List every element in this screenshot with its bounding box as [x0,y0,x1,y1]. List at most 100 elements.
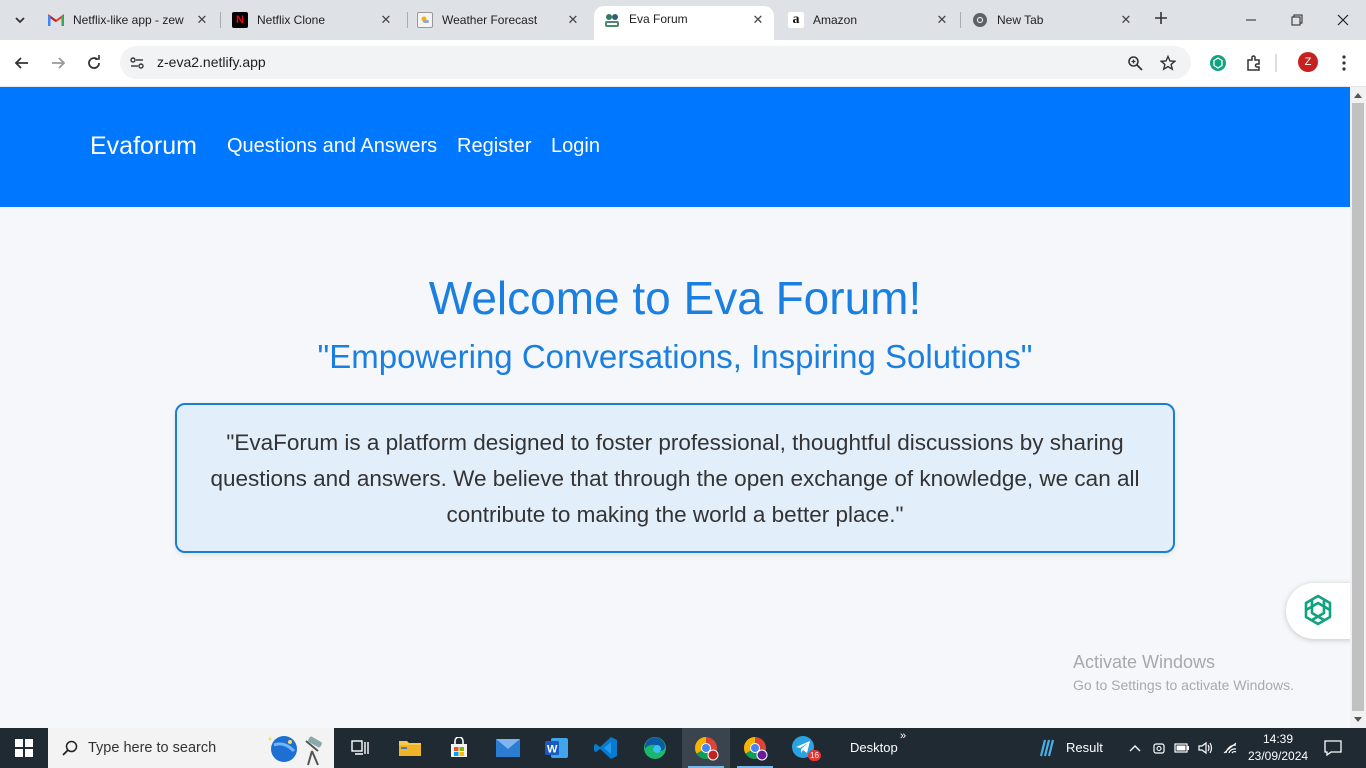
browser-tab-strip: Netflix-like app - zew ✕ N Netflix Clone… [0,0,1366,40]
restore-icon [1291,14,1303,26]
amazon-icon: a [788,12,804,28]
microsoft-store-button[interactable] [435,728,483,768]
task-view-button[interactable] [336,728,384,768]
browser-menu-icon[interactable] [1333,52,1355,74]
chatgpt-floating-button[interactable] [1286,583,1350,639]
wifi-icon[interactable] [1222,740,1238,756]
browser-tab-amazon[interactable]: a Amazon ✕ [778,6,958,34]
telegram-badge: 16 [808,750,821,761]
scroll-down-arrow-icon[interactable] [1350,712,1366,728]
browser-tab-eva-forum[interactable]: Eva Forum ✕ [594,6,774,40]
nav-questions-answers-link[interactable]: Questions and Answers [227,135,437,158]
taskbar-search-placeholder: Type here to search [88,740,217,756]
site-info-icon[interactable] [127,53,147,73]
eva-forum-icon [604,12,620,28]
forward-button[interactable] [45,50,71,76]
chatgpt-extension-icon[interactable] [1207,52,1229,74]
show-hidden-icons-icon[interactable] [1127,740,1143,756]
chrome-profile-button[interactable] [731,728,779,768]
profile-avatar[interactable]: Z [1298,52,1318,72]
desktop-toolbar-label[interactable]: Desktop [850,740,898,755]
extensions-icon[interactable] [1243,52,1265,74]
close-tab-icon[interactable]: ✕ [565,12,581,28]
browser-tab-gmail[interactable]: Netflix-like app - zew ✕ [38,6,218,34]
restore-button[interactable] [1274,0,1320,40]
toolbar-overflow-icon[interactable]: » [900,730,906,742]
reload-button[interactable] [81,50,107,76]
minimize-icon [1246,19,1256,21]
url-text: z-eva2.netlify.app [157,54,266,70]
scrollbar-thumb[interactable] [1352,103,1364,711]
volume-icon[interactable] [1198,740,1214,756]
browser-tab-netflix[interactable]: N Netflix Clone ✕ [222,6,402,34]
chevron-down-icon [15,17,25,24]
hero-subtitle: "Empowering Conversations, Inspiring Sol… [317,338,1033,375]
clock-date: 23/09/2024 [1248,749,1309,763]
word-button[interactable]: W [533,728,581,768]
weather-widget-label[interactable]: Result [1066,740,1103,755]
close-tab-icon[interactable]: ✕ [1118,12,1134,28]
windows-taskbar: Type here to search W 16 Desktop » Resul… [0,728,1366,768]
weather-widget-icon[interactable] [1037,738,1057,758]
toolbar-divider [1275,54,1277,72]
gmail-icon [48,12,64,28]
back-arrow-icon [14,57,28,69]
page-scrollbar[interactable] [1350,87,1366,728]
telegram-button[interactable]: 16 [780,728,828,768]
about-box: "EvaForum is a platform designed to fost… [175,403,1175,553]
close-tab-icon[interactable]: ✕ [378,12,394,28]
store-icon [451,737,467,757]
browser-tab-new-tab[interactable]: New Tab ✕ [962,6,1142,34]
tab-search-button[interactable] [8,8,32,32]
close-window-button[interactable] [1320,0,1366,40]
close-tab-icon[interactable]: ✕ [934,12,950,28]
plus-icon [1155,12,1167,24]
vscode-icon [594,737,617,759]
system-clock[interactable]: 14:39 23/09/2024 [1248,731,1308,765]
chrome-button[interactable] [682,728,730,768]
back-button[interactable] [9,50,35,76]
file-explorer-button[interactable] [386,728,434,768]
bookmark-star-icon[interactable] [1158,53,1178,73]
task-view-icon [351,740,369,755]
zoom-icon[interactable] [1125,53,1145,73]
clock-time: 14:39 [1262,732,1294,746]
word-icon: W [545,738,568,758]
address-bar[interactable]: z-eva2.netlify.app [120,46,1191,79]
nav-register-link[interactable]: Register [457,135,531,158]
edge-button[interactable] [631,728,679,768]
about-text: "EvaForum is a platform designed to fost… [210,430,1140,527]
browser-tab-weather[interactable]: Weather Forecast ✕ [407,6,589,34]
search-icon [62,740,78,756]
battery-icon[interactable] [1174,740,1190,756]
search-highlight-icon [268,736,322,766]
tab-divider [960,12,961,28]
vscode-button[interactable] [582,728,630,768]
edge-icon [644,737,666,759]
weather-icon [417,12,433,28]
meet-now-icon[interactable] [1151,740,1167,756]
close-tab-icon[interactable]: ✕ [194,12,210,28]
site-brand-link[interactable]: Evaforum [90,132,197,161]
nav-login-link[interactable]: Login [551,135,600,158]
tab-divider [220,12,221,28]
chrome-profile-icon [744,737,768,761]
notifications-icon[interactable] [1324,739,1342,757]
activate-windows-subtitle: Go to Settings to activate Windows. [1073,677,1294,693]
chrome-icon [972,12,988,28]
taskbar-search-box[interactable]: Type here to search [48,728,334,768]
new-tab-button[interactable] [1150,9,1172,31]
minimize-button[interactable] [1228,0,1274,40]
netflix-icon: N [232,12,248,28]
chrome-icon [695,737,719,761]
start-button[interactable] [0,728,48,768]
activate-windows-title: Activate Windows [1073,652,1216,672]
close-icon [1337,14,1349,26]
chatgpt-icon [1304,594,1332,626]
scroll-up-arrow-icon[interactable] [1350,87,1366,103]
browser-toolbar: z-eva2.netlify.app Z [0,40,1366,87]
windows-logo-icon [15,739,33,757]
close-tab-icon[interactable]: ✕ [750,12,766,28]
mail-icon [496,739,520,757]
mail-button[interactable] [484,728,532,768]
